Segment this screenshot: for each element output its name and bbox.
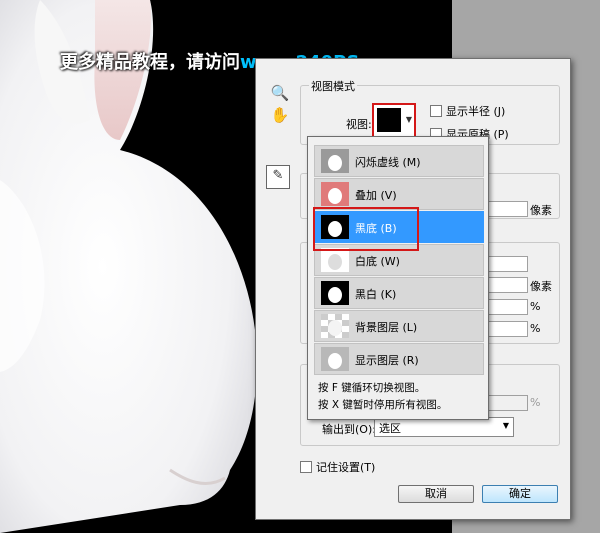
output-to-label: 输出到(O): [322,423,376,436]
view-option-marching-ants[interactable]: 闪烁虚线 (M) [314,145,484,177]
selected-option-highlight-outline [313,207,419,251]
output-to-value: 选区 [379,422,401,435]
radius-field[interactable] [488,201,528,217]
view-option-label: 叠加 (V) [355,189,397,202]
menu-hint-cycle: 按 F 键循环切换视图。 [318,382,426,394]
view-option-on-layers[interactable]: 背景图层 (L) [314,310,484,342]
menu-hint-disable: 按 X 键暂时停用所有视图。 [318,399,448,411]
reveal-layer-thumb-icon [321,347,349,371]
view-option-label: 背景图层 (L) [355,321,418,334]
chevron-down-icon: ▼ [405,115,412,124]
shift-edge-field[interactable] [488,321,528,337]
on-white-thumb-icon [321,248,349,272]
chevron-down-icon: ▼ [502,421,509,430]
shift-edge-unit: % [530,322,541,335]
view-mode-menu: 闪烁虚线 (M) 叠加 (V) 黑底 (B) 白底 (W) 黑白 (K) 背景图… [307,136,489,420]
checkbox-box [430,105,442,117]
refine-brush-tool-icon[interactable]: ✎ [266,165,290,189]
black-white-thumb-icon [321,281,349,305]
feather-field[interactable] [488,277,528,293]
view-option-black-white[interactable]: 黑白 (K) [314,277,484,309]
view-label: 视图: [346,118,372,131]
amount-field[interactable] [488,395,528,411]
app-canvas: 更多精品教程，请访问www.240PS.com 🔍 ✋ ✎ 视图模式 视图: ▼… [0,0,600,533]
view-option-label: 显示图层 (R) [355,354,419,367]
view-option-label: 闪烁虚线 (M) [355,156,421,169]
remember-settings-label: 记住设置(T) [316,461,376,474]
overlay-thumb-icon [321,182,349,206]
feather-unit: 像素 [530,280,552,293]
output-to-select[interactable]: 选区 ▼ [374,417,514,437]
smooth-field[interactable] [488,256,528,272]
show-radius-label: 显示半径 (J) [446,105,506,118]
marching-ants-thumb-icon [321,149,349,173]
view-option-label: 白底 (W) [355,255,400,268]
view-thumbnail [377,108,401,132]
cancel-button[interactable]: 取消 [398,485,474,503]
zoom-tool-icon[interactable]: 🔍 [270,83,290,103]
show-radius-checkbox[interactable]: 显示半径 (J) [430,103,505,119]
hand-tool-icon[interactable]: ✋ [270,105,290,125]
checkbox-box [300,461,312,473]
contrast-field[interactable] [488,299,528,315]
watermark-prefix: 更多精品教程，请访问 [60,52,240,73]
amount-unit: % [530,396,541,409]
contrast-unit: % [530,300,541,313]
radius-unit: 像素 [530,204,552,217]
ok-button[interactable]: 确定 [482,485,558,503]
on-layers-thumb-icon [321,314,349,338]
view-mode-title: 视图模式 [309,78,357,94]
view-option-overlay[interactable]: 叠加 (V) [314,178,484,210]
view-option-reveal-layer[interactable]: 显示图层 (R) [314,343,484,375]
remember-settings-checkbox[interactable]: 记住设置(T) [300,459,375,475]
view-option-label: 黑白 (K) [355,288,397,301]
